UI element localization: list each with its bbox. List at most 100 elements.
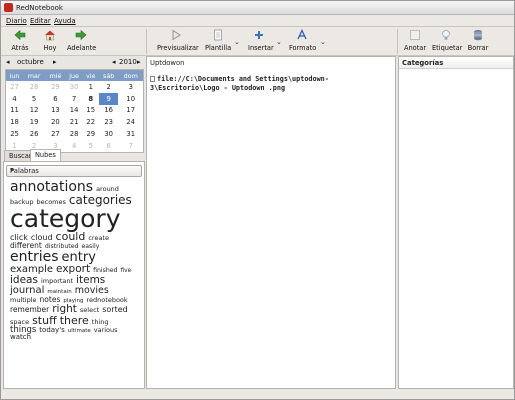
calendar-day[interactable]: 13 [45,105,66,117]
calendar-day[interactable]: 18 [6,116,23,128]
tag-button[interactable]: Etiquetar [432,29,462,52]
cloud-word[interactable]: multiple [10,297,37,304]
format-button[interactable]: Formato [289,28,316,52]
cloud-word[interactable]: notes [40,296,61,304]
calendar-day[interactable]: 30 [99,128,119,140]
calendar-day[interactable]: 28 [66,128,83,140]
calendar-day[interactable]: 29 [83,128,99,140]
calendar-day[interactable]: 29 [45,81,66,93]
back-button[interactable]: Atrás [9,29,31,52]
back-arrow-icon [14,29,26,41]
calendar-day[interactable]: 22 [83,116,99,128]
categories-header[interactable]: Categorías [399,57,513,69]
cloud-word[interactable]: important [41,278,73,285]
calendar-day[interactable]: 16 [99,105,119,117]
calendar-day[interactable]: 3 [118,81,143,93]
calendar-day[interactable]: 31 [118,128,143,140]
database-icon [472,29,484,41]
preview-button[interactable]: Previsualizar [157,29,199,52]
cloud-word[interactable]: various [94,327,118,334]
forward-button[interactable]: Adelante [67,29,96,52]
file-link[interactable]: file://C:\Documents and Settings\uptodow… [150,75,329,92]
prev-month-arrow[interactable]: ◂ [6,58,10,66]
calendar-day[interactable]: 24 [118,116,143,128]
cloud-word[interactable]: ultimate [68,328,91,335]
calendar-day[interactable]: 7 [66,93,83,105]
calendar-day[interactable]: 27 [6,81,23,93]
word-cloud-panel: Palabras ▾ annotations aroundbackup become… [3,161,145,389]
annotate-label: Anotar [403,44,427,52]
cloud-word[interactable]: category [10,206,121,231]
format-dropdown-icon[interactable]: ⌄ [320,38,326,46]
menu-ayuda[interactable]: Ayuda [54,17,76,25]
calendar-day[interactable]: 12 [23,105,45,117]
calendar-day[interactable]: 5 [23,93,45,105]
editor-text[interactable]: file://C:\Documents and Settings\uptodow… [150,75,390,93]
cloud-type-combo[interactable]: Palabras ▾ [6,165,142,177]
cloud-word[interactable]: today's [39,326,64,334]
cloud-word[interactable]: annotations [10,180,93,194]
calendar-day[interactable]: 17 [118,105,143,117]
cloud-word[interactable]: create [88,235,109,242]
calendar-day[interactable]: 23 [99,116,119,128]
calendar-day[interactable]: 28 [23,81,45,93]
cloud-word[interactable]: rednotebook [87,297,128,304]
cloud-word[interactable]: thing [92,319,109,326]
editor-panel[interactable]: Uptdowon file://C:\Documents and Setting… [146,56,396,389]
calendar-day[interactable]: 15 [83,105,99,117]
calendar-day[interactable]: 26 [23,128,45,140]
annotate-button[interactable]: Anotar [403,29,427,52]
calendar-day[interactable]: 6 [45,93,66,105]
template-button[interactable]: Plantilla [205,29,231,52]
next-month-arrow[interactable]: ▸ [53,58,57,66]
calendar-day[interactable]: 27 [45,128,66,140]
left-panel: ◂ octubre ▸ ◂ 2010 ▸ lun mar mié jue vie sáb d… [3,56,145,389]
calendar-day[interactable]: 25 [6,128,23,140]
calendar-day[interactable]: 21 [66,116,83,128]
today-button[interactable]: Hoy [39,29,61,52]
cloud-word[interactable]: there [60,315,89,326]
weekday-header: jue [65,70,83,81]
calendar-day[interactable]: 4 [6,93,23,105]
cloud-word[interactable]: watch [10,334,31,341]
cloud-word[interactable]: sorted [102,306,128,314]
cloud-word[interactable]: select [80,307,99,314]
forward-arrow-icon [75,29,87,41]
cloud-word[interactable]: could [56,231,86,242]
cloud-word[interactable]: export [56,264,90,275]
toolbar: Atrás Hoy Adelante Previsualizar Plantil… [1,27,514,56]
calendar-day[interactable]: 2 [99,81,119,93]
cloud-word[interactable]: movies [75,286,109,296]
file-icon [150,76,155,82]
calendar-day[interactable]: 1 [83,81,99,93]
template-dropdown-icon[interactable]: ⌄ [234,38,240,46]
weekday-header: sáb [98,70,119,81]
cloud-word[interactable]: remember [10,306,49,314]
combo-arrow-icon: ▾ [10,166,14,174]
calendar-day[interactable]: 19 [23,116,45,128]
insert-button[interactable]: Insertar [248,29,274,52]
next-year-arrow[interactable]: ▸ [137,58,141,66]
insert-dropdown-icon[interactable]: ⌄ [276,38,282,46]
calendar-day[interactable]: 8 [83,93,99,105]
side-tabs: Buscar Nubes [3,149,145,162]
calendar-day[interactable]: 30 [66,81,83,93]
prev-year-arrow[interactable]: ◂ [112,58,116,66]
home-icon [44,29,56,41]
cloud-word[interactable]: entries [10,250,59,264]
calendar-day[interactable]: 10 [118,93,143,105]
calendar-day[interactable]: 9 [98,92,119,105]
calendar-day[interactable]: 20 [45,116,66,128]
calendar-day[interactable]: 14 [66,105,83,117]
cloud-word[interactable]: around [96,186,119,193]
title-bar: RedNotebook [1,1,514,15]
rednotebook-window: RedNotebook Diario Editar Ayuda Atrás Ho… [0,0,515,400]
format-icon [296,28,308,41]
calendar-day[interactable]: 11 [6,105,23,117]
toolbar-separator [146,29,147,54]
cloud-word[interactable]: five [120,268,131,275]
insert-label: Insertar [248,44,274,52]
clear-button[interactable]: Borrar [466,29,490,52]
menu-editar[interactable]: Editar [30,17,51,25]
menu-diario[interactable]: Diario [6,17,27,25]
